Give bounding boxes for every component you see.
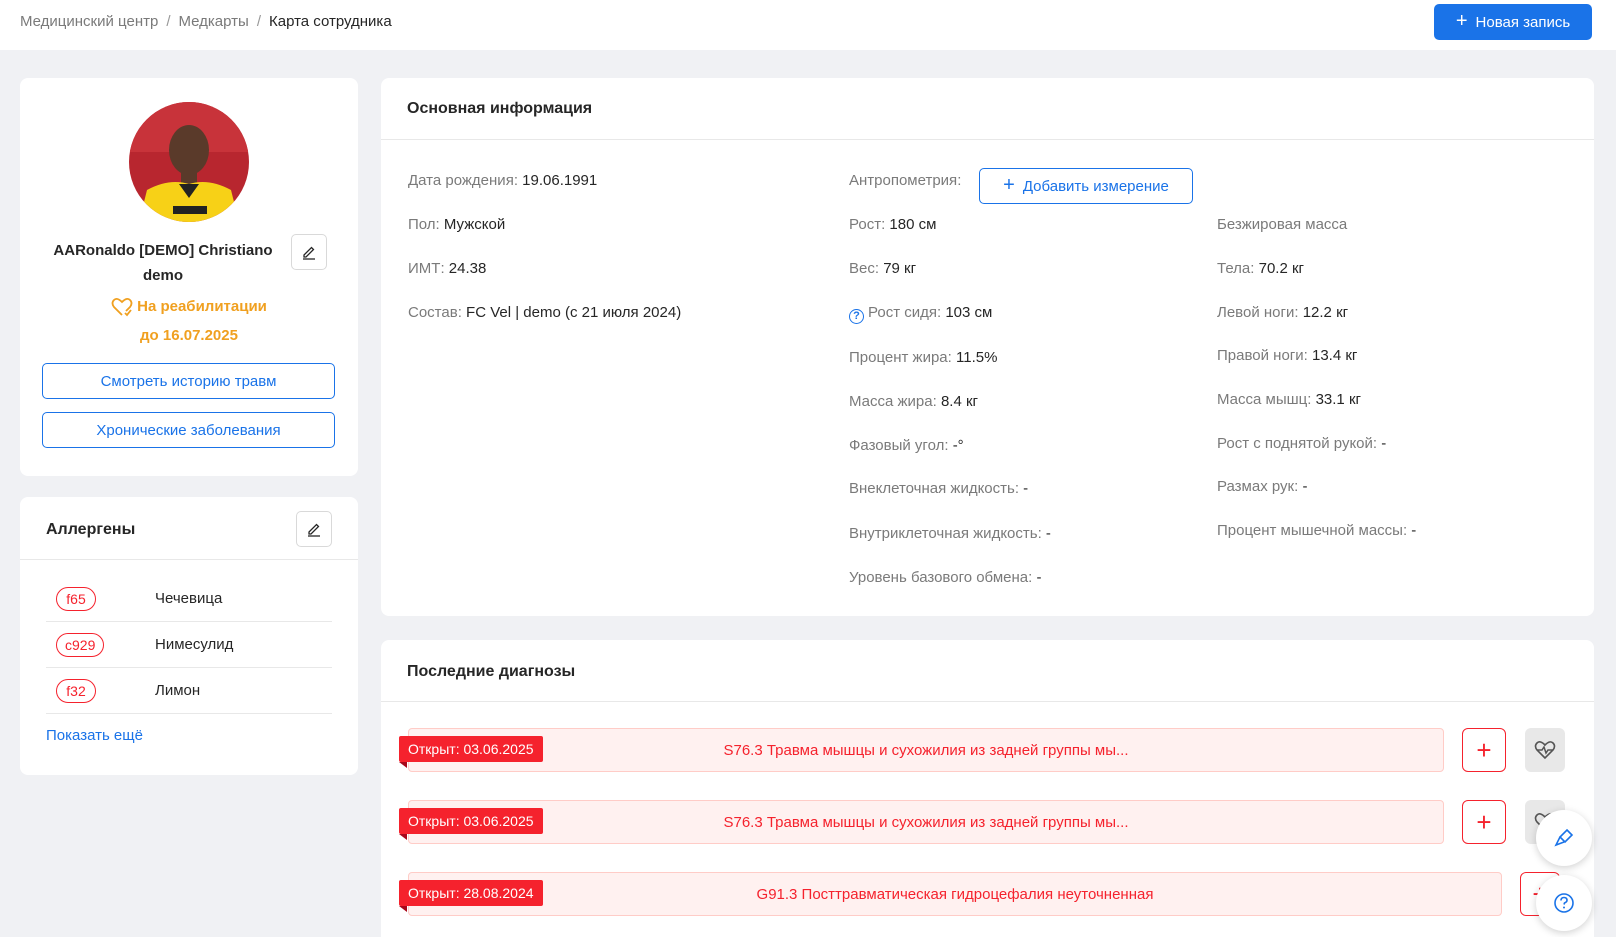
fat-mass-field: Масса жира: 8.4 кг — [849, 393, 979, 410]
diagnosis-row[interactable]: S76.3 Травма мышцы и сухожилия из задней… — [408, 728, 1444, 772]
show-more-link[interactable]: Показать ещё — [46, 727, 143, 744]
muscle-percent-field: Процент мышечной массы: - — [1217, 522, 1417, 539]
allergen-code-tag: c929 — [56, 632, 104, 657]
sex-field: Пол: Мужской — [408, 216, 506, 233]
diagnosis-text: S76.3 Травма мышцы и сухожилия из задней… — [723, 741, 1129, 759]
lean-right-leg-field: Правой ноги: 13.4 кг — [1217, 347, 1358, 364]
divider — [381, 701, 1594, 702]
birth-date-field: Дата рождения: 19.06.1991 — [408, 172, 598, 189]
diagnosis-text: G91.3 Посттравматическая гидроцефалия не… — [756, 885, 1154, 903]
add-measurement-button[interactable]: + Добавить измерение — [979, 168, 1193, 204]
injury-history-button[interactable]: Смотреть историю травм — [42, 363, 335, 399]
new-record-button[interactable]: + Новая запись — [1434, 4, 1592, 40]
list-item: c929 Нимесулид — [46, 622, 332, 668]
allergen-name: Нимесулид — [155, 636, 234, 653]
allergen-name: Чечевица — [155, 590, 223, 607]
arm-span-field: Размах рук: - — [1217, 478, 1308, 495]
height-field: Рост: 180 см — [849, 216, 937, 233]
intracellular-fluid-field: Внутриклеточная жидкость: - — [849, 525, 1051, 542]
allergen-code-tag: f65 — [56, 586, 96, 611]
weight-field: Вес: 79 кг — [849, 260, 917, 277]
diagnoses-title: Последние диагнозы — [407, 663, 576, 680]
top-bar: Медицинский центр / Медкарты / Карта сот… — [0, 0, 1616, 50]
main-info-card: Основная информация Дата рождения: 19.06… — [381, 78, 1594, 616]
diagnosis-row[interactable]: S76.3 Травма мышцы и сухожилия из задней… — [408, 800, 1444, 844]
avatar — [129, 102, 249, 222]
opened-date-badge: Открыт: 03.06.2025 — [399, 736, 543, 768]
clear-cache-float-button[interactable] — [1536, 810, 1592, 866]
raised-arm-height-field: Рост с поднятой рукой: - — [1217, 435, 1387, 452]
anthropometry-label: Антропометрия: — [849, 172, 962, 189]
allergens-title: Аллергены — [46, 521, 136, 538]
profile-card: AARonaldo [DEMO] Christiano demo На реаб… — [20, 78, 358, 476]
breadcrumb-separator: / — [166, 13, 171, 30]
heart-pulse-icon — [111, 297, 133, 316]
list-item: f65 Чечевица — [46, 576, 332, 622]
divider — [20, 559, 358, 560]
new-record-label: Новая запись — [1475, 13, 1571, 31]
allergens-card: Аллергены f65 Чечевица c929 Нимесулид f3… — [20, 497, 358, 775]
divider — [381, 139, 1594, 140]
diagnosis-text: S76.3 Травма мышцы и сухожилия из задней… — [723, 813, 1129, 831]
main-info-title: Основная информация — [407, 100, 593, 117]
chronic-diseases-button[interactable]: Хронические заболевания — [42, 412, 335, 448]
rehab-status: На реабилитации до 16.07.2025 — [40, 292, 338, 350]
allergen-name: Лимон — [155, 682, 201, 699]
breadcrumb-item-medcards[interactable]: Медкарты — [178, 13, 248, 30]
breadcrumb: Медицинский центр / Медкарты / Карта сот… — [20, 13, 392, 30]
bmi-field: ИМТ: 24.38 — [408, 260, 487, 277]
breadcrumb-item-medical-center[interactable]: Медицинский центр — [20, 13, 158, 30]
help-icon — [1554, 893, 1574, 913]
plus-icon: + — [1455, 10, 1468, 32]
add-measurement-label: Добавить измерение — [1022, 177, 1169, 195]
extracellular-fluid-field: Внеклеточная жидкость: - — [849, 480, 1029, 497]
heart-rate-button[interactable] — [1525, 728, 1565, 772]
status-until: до 16.07.2025 — [140, 327, 238, 344]
heart-pulse-icon — [1534, 741, 1556, 760]
help-float-button[interactable] — [1536, 875, 1592, 931]
sitting-height-field: ? Рост сидя: 103 см — [849, 304, 992, 324]
employee-name: AARonaldo [DEMO] Christiano demo — [53, 242, 273, 284]
edit-profile-button[interactable] — [291, 234, 327, 270]
fat-percent-field: Процент жира: 11.5% — [849, 349, 998, 366]
opened-date-badge: Открыт: 28.08.2024 — [399, 880, 543, 912]
lean-mass-heading: Безжировая масса — [1217, 216, 1348, 233]
broom-icon — [1554, 828, 1574, 847]
opened-date-badge: Открыт: 03.06.2025 — [399, 808, 543, 840]
lean-body-field: Тела: 70.2 кг — [1217, 260, 1305, 277]
basal-metabolism-field: Уровень базового обмена: - — [849, 569, 1042, 586]
phase-angle-field: Фазовый угол: -° — [849, 437, 964, 454]
team-field: Состав: FC Vel | demo (с 21 июля 2024) — [408, 304, 682, 321]
breadcrumb-item-current: Карта сотрудника — [268, 13, 392, 30]
list-item: f32 Лимон — [46, 668, 332, 714]
add-diagnosis-entry-button[interactable]: + — [1462, 800, 1506, 844]
edit-icon — [308, 523, 320, 537]
edit-allergens-button[interactable] — [296, 511, 332, 547]
breadcrumb-separator: / — [256, 13, 261, 30]
edit-icon — [303, 246, 315, 260]
diagnosis-row[interactable]: G91.3 Посттравматическая гидроцефалия не… — [408, 872, 1502, 916]
muscle-mass-field: Масса мышц: 33.1 кг — [1217, 391, 1361, 408]
allergen-code-tag: f32 — [56, 678, 96, 703]
add-diagnosis-entry-button[interactable]: + — [1462, 728, 1506, 772]
lean-left-leg-field: Левой ноги: 12.2 кг — [1217, 304, 1349, 321]
status-label: На реабилитации — [137, 298, 267, 315]
plus-icon: + — [1003, 174, 1015, 196]
question-icon[interactable]: ? — [849, 309, 864, 324]
